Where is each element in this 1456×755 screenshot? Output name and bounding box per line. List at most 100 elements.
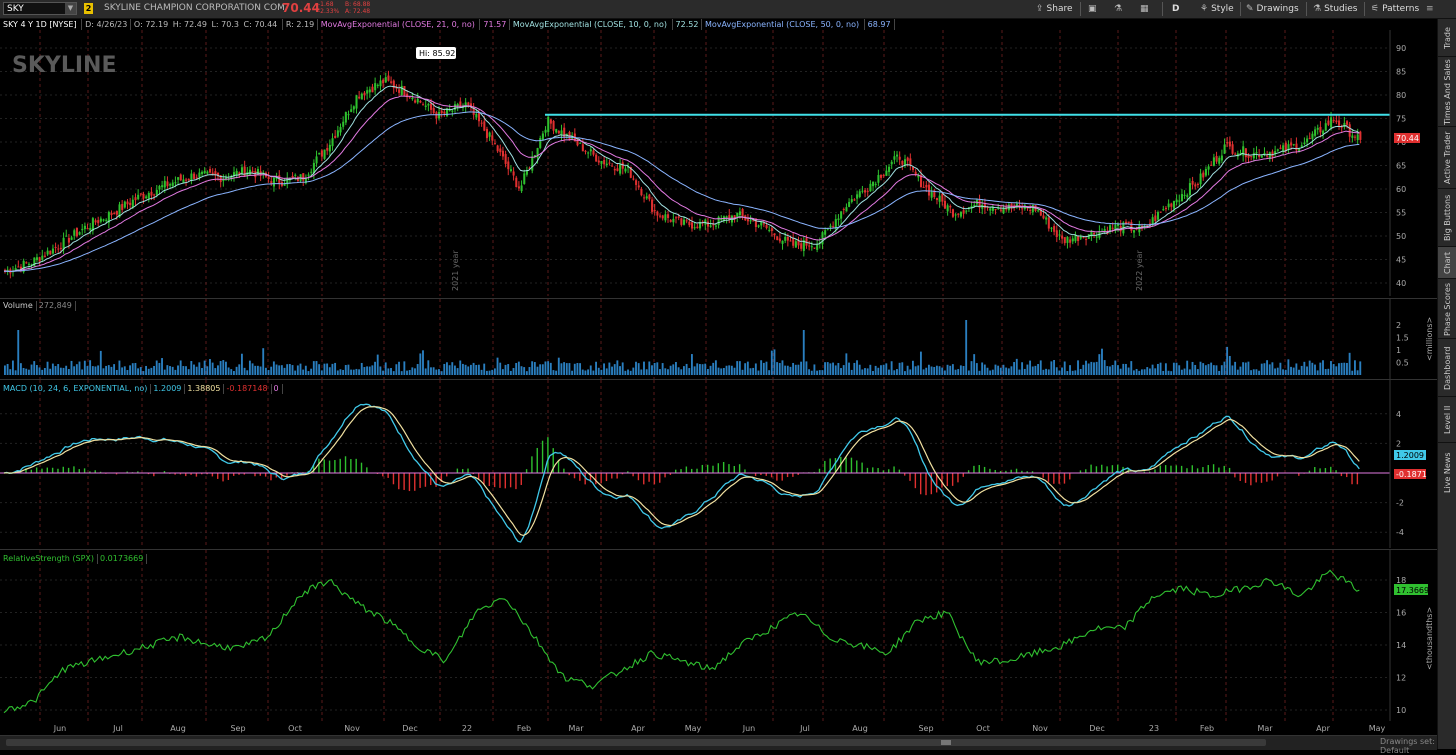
macd-histogram-bar	[861, 463, 862, 473]
style-button[interactable]: ⚘Style	[1200, 2, 1234, 16]
candle-body	[430, 103, 432, 109]
macd-histogram-bar	[734, 466, 735, 473]
share-button[interactable]: ⇪Share	[1036, 2, 1073, 16]
scroll-thumb[interactable]	[941, 740, 951, 745]
macd-histogram-bar	[41, 469, 42, 473]
volume-bar	[1173, 363, 1175, 375]
volume-pane[interactable]: Volume272,849 21.510.5 <millions>	[0, 298, 1437, 379]
timeframe-button[interactable]: D	[1172, 2, 1179, 16]
patterns-button[interactable]: ⚟Patterns	[1371, 2, 1419, 16]
price-axis[interactable]: 9085807570656055504540	[1390, 30, 1406, 296]
volume-bar	[150, 368, 152, 375]
macd-histogram-bar	[888, 469, 889, 473]
volume-axis[interactable]: 21.510.5	[1390, 299, 1409, 379]
macd-histogram-bar	[36, 467, 37, 473]
volume-bar	[997, 366, 999, 375]
drawings-button[interactable]: ✎Drawings	[1246, 2, 1299, 16]
ema50-label[interactable]: MovAvgExponential (CLOSE, 50, 0, no)	[705, 19, 859, 30]
macd-pane[interactable]: MACD (10, 24, 6, EXPONENTIAL, no)1.20091…	[0, 379, 1437, 548]
macd-histogram-bar	[1192, 465, 1193, 473]
right-tab-phase-scores[interactable]: Phase Scores	[1438, 278, 1456, 339]
right-tab-level-ii[interactable]: Level II	[1438, 396, 1456, 443]
candle-body	[766, 225, 768, 228]
month-tick-label: Nov	[1032, 724, 1048, 733]
volume-bar	[1301, 366, 1303, 375]
candle-body	[635, 180, 637, 185]
volume-bar	[164, 370, 166, 375]
volume-bar	[326, 364, 328, 375]
rs-axis[interactable]: 1816141210	[1390, 550, 1406, 721]
grid-button[interactable]: ▦	[1140, 2, 1152, 16]
macd-histogram-bar	[63, 467, 64, 473]
macd-histogram-bar	[1202, 467, 1203, 473]
right-tab-chart[interactable]: Chart	[1438, 246, 1456, 279]
volume-bar	[646, 369, 648, 375]
right-tab-trade[interactable]: Trade	[1438, 18, 1456, 57]
link-group-badge[interactable]: 2	[84, 3, 93, 14]
candle-body	[196, 177, 198, 178]
candle-body	[1319, 127, 1321, 132]
right-tab-live-news[interactable]: Live News	[1438, 442, 1456, 503]
volume-bar	[132, 363, 134, 375]
volume-bar	[473, 363, 475, 375]
right-tab-big-buttons[interactable]: Big Buttons	[1438, 188, 1456, 247]
rs-chart[interactable]: 1816141210 <thousandths> 17.3669	[0, 550, 1437, 721]
volume-bar	[574, 364, 576, 375]
studies-button[interactable]: ⚗Studies	[1313, 2, 1357, 16]
month-tick-label: Sep	[230, 724, 245, 733]
candle-body	[427, 104, 429, 106]
macd-histogram-bar	[483, 473, 484, 484]
time-axis[interactable]: JunJulAugSepOctNovDec22FebMarAprMayJunJu…	[0, 721, 1437, 735]
candle-body	[1069, 239, 1071, 242]
candle-body	[89, 228, 91, 230]
time-scrollbar[interactable]	[6, 739, 1266, 746]
volume-bar	[1248, 362, 1250, 375]
price-chart[interactable]: SKYLINE 2021 year 2022 year Hi: 85.92 90…	[0, 30, 1437, 296]
volume-bar	[728, 365, 730, 375]
volume-bar	[606, 368, 608, 375]
volume-bar	[987, 368, 989, 375]
candle-body	[177, 177, 179, 180]
relative-strength-pane[interactable]: RelativeStrength (SPX)0.0173669 18161412…	[0, 549, 1437, 721]
right-tab-times-and-sales[interactable]: Times And Sales	[1438, 56, 1456, 127]
volume-bar	[1026, 365, 1028, 375]
macd-histogram-bar	[1229, 468, 1230, 473]
right-sidebar-tabs: TradeTimes And SalesActive TraderBig But…	[1437, 18, 1456, 749]
flask-button[interactable]: ⚗	[1114, 2, 1125, 16]
volume-bar	[193, 365, 195, 375]
price-pane[interactable]: SKYLINE 2021 year 2022 year Hi: 85.92 90…	[0, 30, 1437, 296]
snapshot-button[interactable]: ▣	[1088, 2, 1100, 16]
candle-body	[883, 175, 885, 176]
candle-body	[212, 173, 214, 174]
volume-bar	[292, 365, 294, 375]
menu-icon[interactable]: ≡	[1426, 2, 1434, 16]
candle-body	[1200, 174, 1202, 185]
candle-body	[670, 220, 672, 222]
drawing-set-label[interactable]: Drawings set: Default	[1380, 737, 1437, 755]
volume-bar	[60, 368, 62, 375]
macd-chart[interactable]: 42-2-4 1.2009 -0.1871	[0, 380, 1437, 548]
volume-bar	[1056, 367, 1058, 375]
volume-bar	[7, 364, 9, 375]
macd-histogram-bar	[1096, 466, 1097, 473]
volume-bar	[933, 367, 935, 375]
macd-tick-label: 2	[1396, 439, 1401, 448]
ema10-label[interactable]: MovAvgExponential (CLOSE, 10, 0, no)	[513, 19, 667, 30]
volume-bar	[864, 368, 866, 375]
volume-bar	[217, 365, 219, 375]
volume-bar	[497, 358, 499, 375]
right-tab-active-trader[interactable]: Active Trader	[1438, 126, 1456, 189]
ema21-label[interactable]: MovAvgExponential (CLOSE, 21, 0, no)	[321, 19, 475, 30]
candle-body	[302, 173, 304, 180]
volume-bar	[1317, 370, 1319, 375]
volume-bar	[1152, 365, 1154, 375]
right-tab-dashboard[interactable]: Dashboard	[1438, 338, 1456, 397]
candle-body	[150, 192, 152, 196]
volume-chart[interactable]: 21.510.5 <millions>	[0, 299, 1437, 379]
candle-body	[656, 212, 658, 216]
symbol-selector[interactable]: SKY ▼	[3, 2, 77, 15]
volume-bar	[821, 370, 823, 375]
macd-axis[interactable]: 42-2-4	[1390, 380, 1404, 548]
volume-bar	[1311, 363, 1313, 375]
chevron-down-icon[interactable]: ▼	[65, 3, 76, 14]
